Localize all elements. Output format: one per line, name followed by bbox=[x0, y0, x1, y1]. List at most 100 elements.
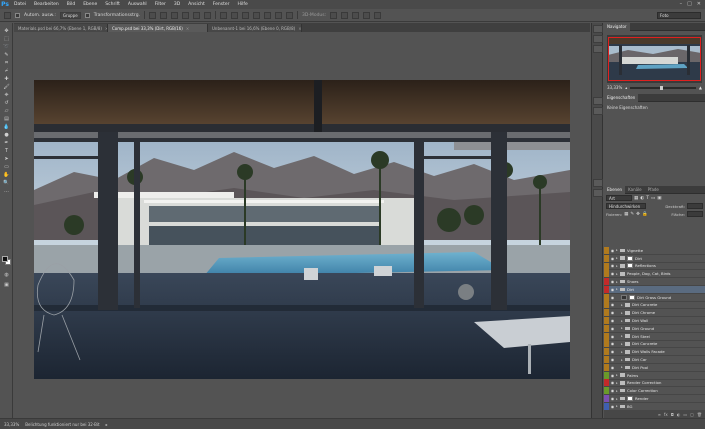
3d-roll-icon[interactable] bbox=[341, 11, 349, 19]
new-adjustment-icon[interactable]: ◐ bbox=[677, 412, 681, 417]
workspace-select[interactable]: Foto bbox=[657, 12, 701, 19]
tab-layers[interactable]: Ebenen bbox=[604, 185, 626, 194]
quick-select-tool-icon[interactable]: ✎ bbox=[1, 51, 12, 59]
history-brush-tool-icon[interactable]: ↺ bbox=[1, 99, 12, 107]
zoom-readout[interactable]: 33,33% bbox=[4, 422, 19, 427]
foreground-color-swatch[interactable] bbox=[2, 256, 8, 262]
menu-item-ansicht[interactable]: Ansicht bbox=[184, 2, 209, 7]
healing-brush-tool-icon[interactable]: ✚ bbox=[1, 75, 12, 83]
visibility-eye-icon[interactable]: ◉ bbox=[609, 341, 616, 346]
visibility-eye-icon[interactable]: ◉ bbox=[609, 396, 616, 401]
layer-mask-thumbnail[interactable] bbox=[629, 294, 635, 300]
layer-row[interactable]: ◉ ▸ Dirt bbox=[604, 254, 705, 263]
layer-row[interactable]: ◉ ▸ Dirt Car bbox=[604, 356, 705, 364]
tab-properties[interactable]: Eigenschaften bbox=[604, 93, 639, 102]
blend-mode-select[interactable]: Hindurchwirken bbox=[606, 203, 646, 209]
distribute-left-icon[interactable] bbox=[252, 11, 260, 19]
more-tools-icon[interactable]: … bbox=[1, 187, 12, 195]
styles-panel-icon[interactable] bbox=[593, 107, 603, 115]
3d-slide-icon[interactable] bbox=[363, 11, 371, 19]
delete-layer-icon[interactable]: 🗑 bbox=[697, 412, 702, 417]
filter-adjustment-icon[interactable]: ◐ bbox=[640, 196, 644, 201]
align-hcenter-icon[interactable] bbox=[192, 11, 200, 19]
lock-paint-icon[interactable]: ✎ bbox=[630, 212, 634, 217]
hand-tool-icon[interactable]: ✋ bbox=[1, 171, 12, 179]
lasso-tool-icon[interactable]: ➰ bbox=[1, 43, 12, 51]
history-panel-icon[interactable] bbox=[593, 25, 603, 33]
adjustments-panel-icon[interactable] bbox=[593, 97, 603, 105]
eraser-tool-icon[interactable]: ▱ bbox=[1, 107, 12, 115]
add-mask-icon[interactable]: ◘ bbox=[671, 412, 674, 417]
filter-pixel-icon[interactable]: ▦ bbox=[634, 196, 638, 201]
zoom-tool-icon[interactable]: 🔍 bbox=[1, 179, 12, 187]
paragraph-panel-icon[interactable] bbox=[593, 189, 603, 197]
layer-row[interactable]: ◉ ▸ Dirt Chrome bbox=[604, 309, 705, 318]
canvas-area[interactable] bbox=[14, 32, 590, 418]
layer-row[interactable]: ◉ ▸ Dirt bbox=[604, 285, 705, 294]
tab-materials[interactable]: Materials.psd bei 66,7% (Ebene 1, RGB/8)… bbox=[14, 24, 108, 32]
menu-item-bild[interactable]: Bild bbox=[63, 2, 79, 7]
actions-panel-icon[interactable] bbox=[593, 35, 603, 43]
document-canvas[interactable] bbox=[34, 80, 570, 379]
menu-item-bearbeiten[interactable]: Bearbeiten bbox=[30, 2, 63, 7]
tab-channels[interactable]: Kanäle bbox=[625, 186, 645, 194]
menu-item-ebene[interactable]: Ebene bbox=[79, 2, 101, 7]
minimize-button[interactable]: – bbox=[680, 1, 683, 7]
clone-stamp-tool-icon[interactable]: ⎈ bbox=[1, 91, 12, 99]
menu-item-datei[interactable]: Datei bbox=[10, 2, 30, 7]
filter-type-icon[interactable]: T bbox=[646, 196, 649, 201]
move-tool-icon[interactable]: ✥ bbox=[1, 27, 12, 35]
align-bottom-icon[interactable] bbox=[170, 11, 178, 19]
close-icon[interactable]: × bbox=[186, 26, 189, 31]
type-tool-icon[interactable]: T bbox=[1, 147, 12, 155]
layer-row[interactable]: ◉ ▸ Color Correction bbox=[604, 387, 705, 396]
visibility-eye-icon[interactable]: ◉ bbox=[609, 388, 616, 393]
menu-item-filter[interactable]: Filter bbox=[151, 2, 170, 7]
layer-row[interactable]: ◉ ▸ Dirt Concrete bbox=[604, 301, 705, 310]
quick-mask-icon[interactable]: ◍ bbox=[1, 271, 12, 279]
visibility-eye-icon[interactable]: ◉ bbox=[609, 295, 616, 300]
screen-mode-icon[interactable]: ▣ bbox=[1, 281, 12, 289]
path-select-tool-icon[interactable]: ➤ bbox=[1, 155, 12, 163]
visibility-eye-icon[interactable]: ◉ bbox=[609, 287, 616, 292]
3d-pan-icon[interactable] bbox=[352, 11, 360, 19]
align-top-icon[interactable] bbox=[148, 11, 156, 19]
navigator-view-rect[interactable] bbox=[608, 37, 701, 81]
layer-row[interactable]: ◉ ▸ Render Correction bbox=[604, 379, 705, 388]
lock-pixels-icon[interactable]: ▦ bbox=[624, 212, 628, 217]
brush-tool-icon[interactable]: 🖌 bbox=[1, 83, 12, 91]
visibility-eye-icon[interactable]: ◉ bbox=[609, 310, 616, 315]
layer-mask-thumbnail[interactable] bbox=[627, 255, 633, 261]
menu-item-auswahl[interactable]: Auswahl bbox=[124, 2, 151, 7]
visibility-eye-icon[interactable]: ◉ bbox=[609, 248, 616, 253]
marquee-tool-icon[interactable]: ⬚ bbox=[1, 35, 12, 43]
info-panel-icon[interactable] bbox=[593, 45, 603, 53]
align-right-icon[interactable] bbox=[203, 11, 211, 19]
visibility-eye-icon[interactable]: ◉ bbox=[609, 357, 616, 362]
visibility-eye-icon[interactable]: ◉ bbox=[609, 279, 616, 284]
visibility-eye-icon[interactable]: ◉ bbox=[609, 373, 616, 378]
navigator-zoom-slider[interactable] bbox=[630, 85, 696, 90]
transform-controls-checkbox[interactable] bbox=[84, 12, 90, 18]
eyedropper-tool-icon[interactable]: ⌿ bbox=[1, 67, 12, 75]
layer-row[interactable]: ◉ ▸ Reflections bbox=[604, 262, 705, 271]
visibility-eye-icon[interactable]: ◉ bbox=[609, 326, 616, 331]
distribute-hcenter-icon[interactable] bbox=[263, 11, 271, 19]
tab-comp[interactable]: Comp.psd bei 33,3% (Dirt, RGB/16) × bbox=[108, 24, 208, 32]
layer-row[interactable]: ◉ ▸ Dirt Pool bbox=[604, 363, 705, 372]
visibility-eye-icon[interactable]: ◉ bbox=[609, 302, 616, 307]
navigator-preview[interactable] bbox=[607, 35, 702, 83]
menu-item-3d[interactable]: 3D bbox=[170, 2, 184, 7]
crop-tool-icon[interactable]: ⌗ bbox=[1, 59, 12, 67]
tab-navigator[interactable]: Navigator bbox=[604, 22, 630, 31]
layer-row[interactable]: ◉ ▸ Dirt Wall bbox=[604, 317, 705, 325]
layer-row[interactable]: ◉ ▸ Dirt Ground bbox=[604, 324, 705, 333]
layer-kind-filter[interactable]: Art bbox=[606, 195, 632, 201]
3d-scale-icon[interactable] bbox=[374, 11, 382, 19]
lock-move-icon[interactable]: ✥ bbox=[636, 212, 640, 217]
distribute-top-icon[interactable] bbox=[219, 11, 227, 19]
layer-row[interactable]: ◉ ▸ Vignette bbox=[604, 246, 705, 255]
visibility-eye-icon[interactable]: ◉ bbox=[609, 404, 616, 409]
layer-row[interactable]: ◉ ▸ Dirt Steel bbox=[604, 332, 705, 341]
visibility-eye-icon[interactable]: ◉ bbox=[609, 256, 616, 261]
